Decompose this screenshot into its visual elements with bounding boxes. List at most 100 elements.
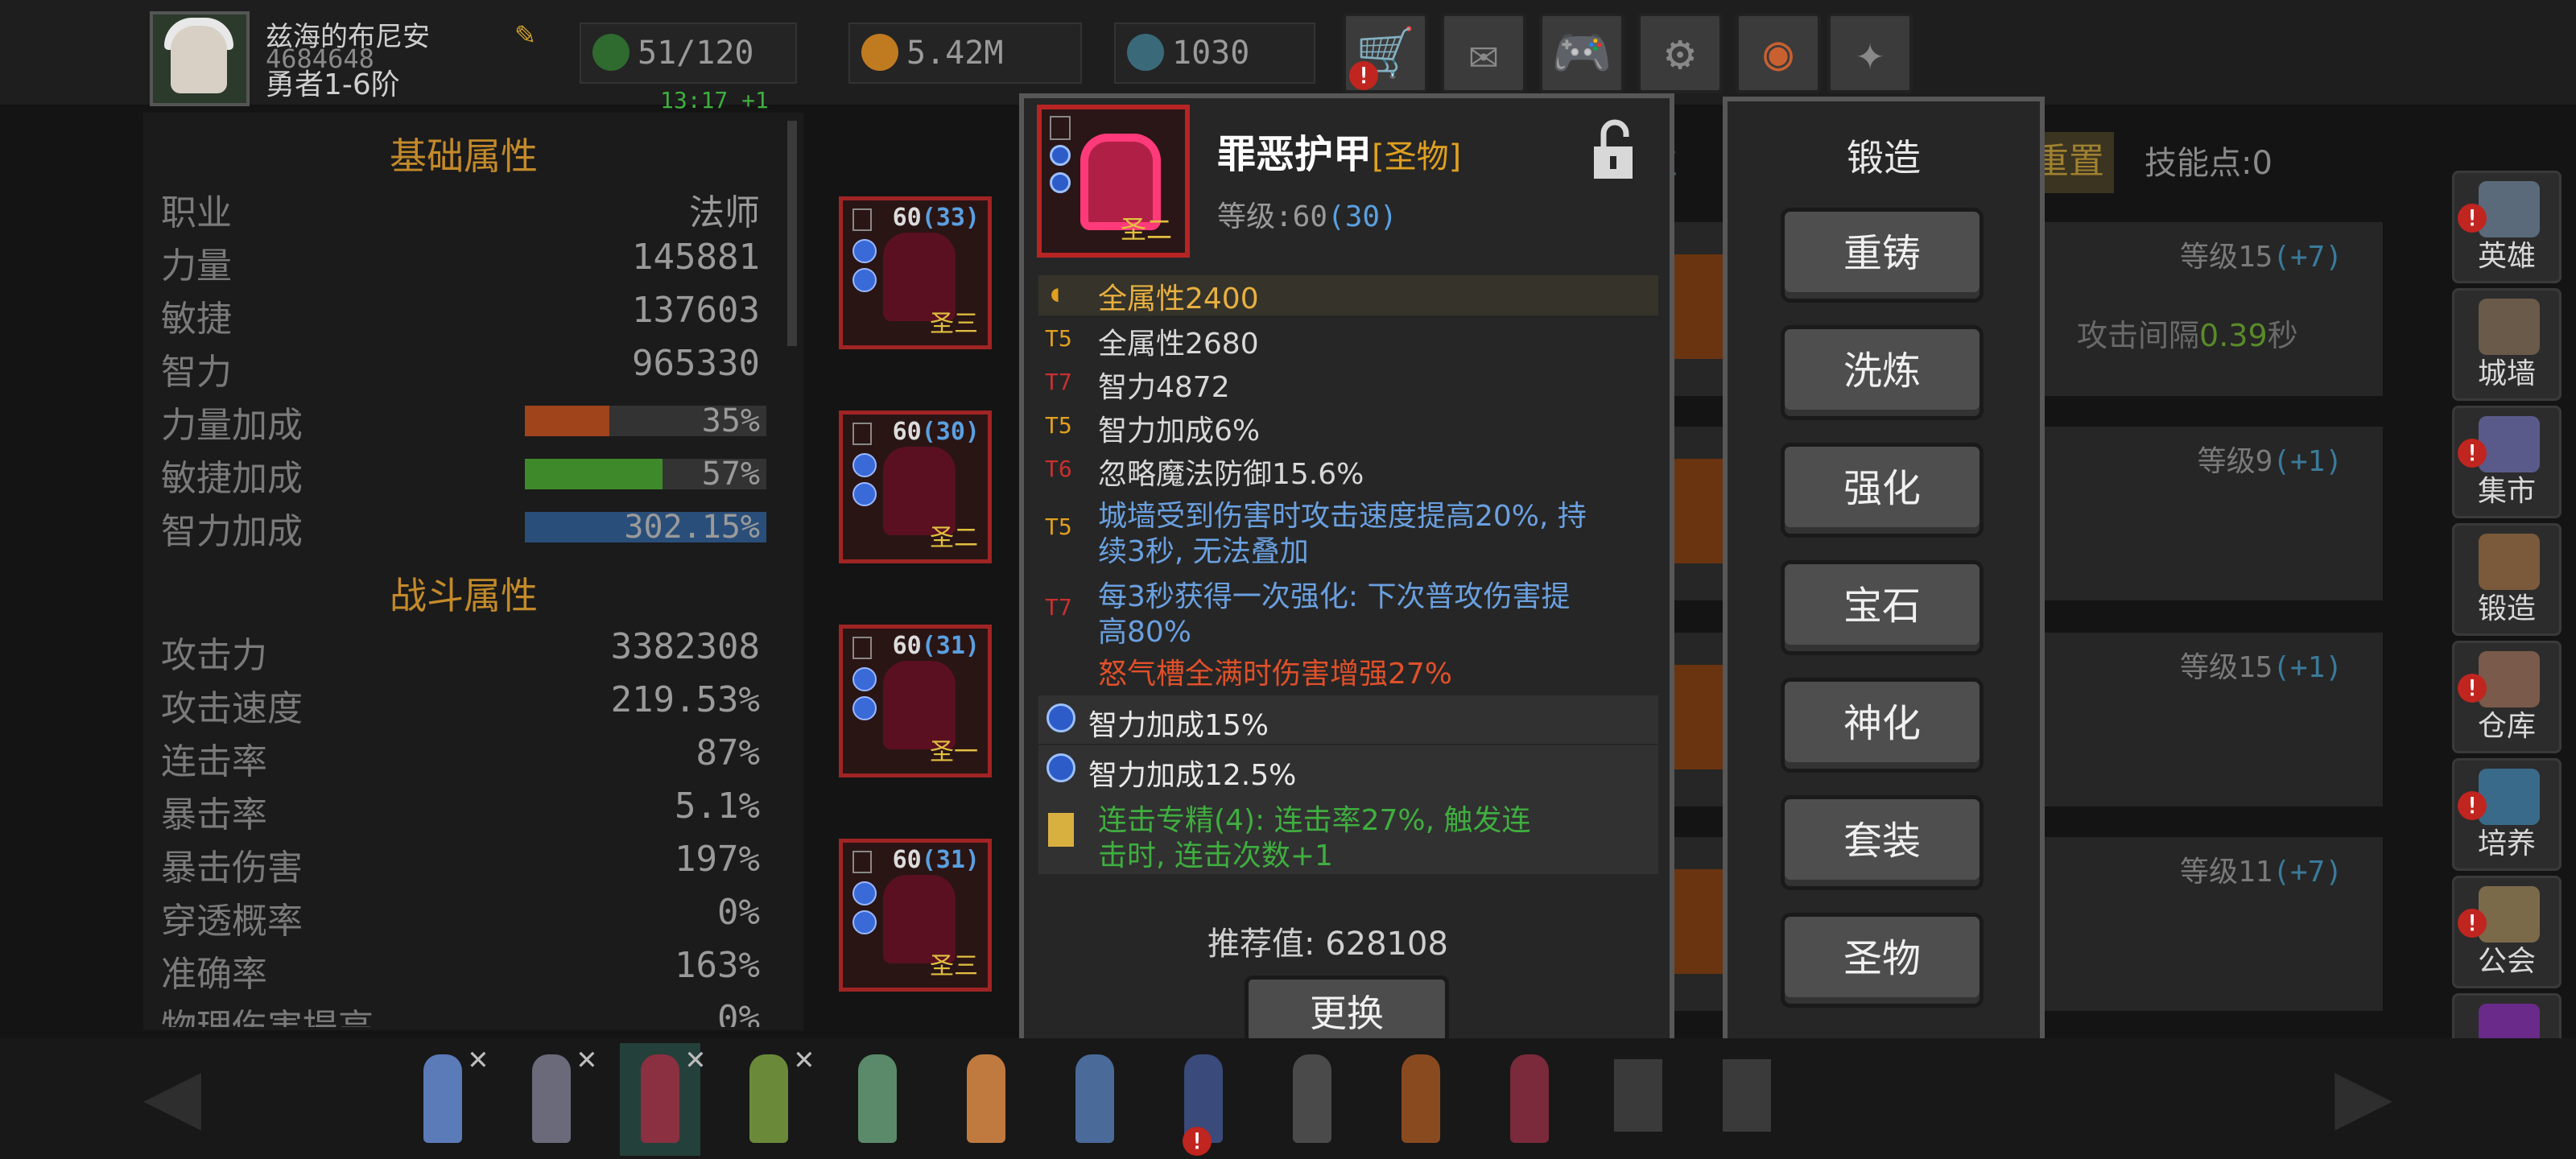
stat-label: 智力加成 <box>161 511 303 552</box>
bonus-bar: 302.15% <box>525 509 766 546</box>
gem-text: 智力加成15% <box>1088 709 1269 742</box>
skill-level: 等级15(+7) <box>2179 241 2343 274</box>
gold-counter[interactable]: 5.42M <box>848 23 1082 84</box>
hero-portrait[interactable] <box>1055 1043 1135 1156</box>
hero-portrait[interactable]: ✕ <box>729 1040 814 1156</box>
gamepad-button[interactable]: 🎮 <box>1539 13 1624 93</box>
stat-label: 敏捷加成 <box>161 458 303 499</box>
slot-level-sub: (31) <box>921 846 980 874</box>
stat-label: 力量 <box>161 245 232 287</box>
sidebar-item-label: 城墙 <box>2477 357 2536 390</box>
effects-button[interactable]: ✦ <box>1827 13 1913 93</box>
hero-portrait[interactable]: ✕ <box>620 1040 705 1156</box>
shop-button[interactable]: 🛒! <box>1343 13 1428 93</box>
forge-button[interactable]: 宝石 <box>1781 560 1984 655</box>
forge-button[interactable]: 神化 <box>1781 678 1984 773</box>
forge-button[interactable]: 套装 <box>1781 795 1984 890</box>
hero-figure <box>1293 1054 1331 1143</box>
hero-figure <box>1075 1054 1114 1143</box>
gem-socket-icon <box>852 268 877 292</box>
combat-stats-title: 战斗属性 <box>390 574 538 617</box>
castle-icon <box>2479 299 2540 355</box>
stat-label: 连击率 <box>161 741 267 782</box>
affix-text: 智力4872 <box>1098 371 1230 404</box>
player-rank: 勇者1-6阶 <box>266 68 400 101</box>
next-arrow-icon[interactable]: ▶ <box>2334 1046 2431 1143</box>
aperture-button[interactable]: ◉ <box>1736 13 1821 93</box>
alert-badge: ! <box>1183 1127 1212 1156</box>
gem-socket-icon <box>1050 145 1071 166</box>
gem-row: 智力加成12.5% <box>1038 745 1658 794</box>
hero-portrait[interactable] <box>1272 1043 1352 1156</box>
sidebar-item-helmet[interactable]: 英雄! <box>2452 171 2562 283</box>
stat-value: 197% <box>675 839 760 880</box>
unlock-icon[interactable] <box>1589 119 1637 180</box>
bonus-stat-row: 智力加成 302.15% <box>161 502 773 555</box>
hero-portrait[interactable]: ✕ <box>402 1040 488 1156</box>
helmet-icon <box>2479 181 2540 237</box>
settings-button[interactable]: ⚙ <box>1637 13 1723 93</box>
energy-counter[interactable]: 51/120 <box>580 23 797 84</box>
close-icon[interactable]: ✕ <box>686 1040 705 1077</box>
affix-tier: T7 <box>1045 594 1072 621</box>
forge-title: 锻造 <box>1847 136 1921 179</box>
gem-counter[interactable]: 1030 <box>1114 23 1315 84</box>
forge-button[interactable]: 重铸 <box>1781 208 1984 303</box>
stat-value: 法师 <box>689 192 760 233</box>
forge-button[interactable]: 圣物 <box>1781 913 1984 1008</box>
sidebar-item-market[interactable]: 集市! <box>2452 406 2562 518</box>
skill-bonus: (+7) <box>2273 856 2343 889</box>
sidebar-item-label: 锻造 <box>2477 592 2536 625</box>
hero-portrait[interactable] <box>1707 1043 1787 1156</box>
hero-portrait[interactable] <box>1381 1043 1461 1156</box>
slot-level: 60(30) <box>892 418 980 446</box>
stat-value: 145881 <box>632 237 760 278</box>
sidebar-item-castle[interactable]: 城墙 <box>2452 288 2562 401</box>
stat-label: 暴击率 <box>161 794 267 835</box>
small-lock-icon <box>852 851 872 873</box>
prev-arrow-icon[interactable]: ◀ <box>143 1046 240 1143</box>
hero-portrait[interactable] <box>837 1043 918 1156</box>
forge-button[interactable]: 洗炼 <box>1781 325 1984 420</box>
sparkle-icon: ✦ <box>1855 25 1885 81</box>
stat-label: 力量加成 <box>161 405 303 446</box>
special-affix-row: T7 每3秒获得一次强化: 下次普攻伤害提 高80% <box>1038 573 1658 650</box>
stat-row: 物理伤害提高 0% <box>161 998 773 1027</box>
hero-portrait[interactable] <box>1598 1043 1678 1156</box>
mail-button[interactable]: ✉ <box>1441 13 1526 93</box>
equipment-slot[interactable]: 60(30) 圣二 <box>839 410 992 563</box>
sidebar-item-guild[interactable]: 公会! <box>2452 876 2562 988</box>
equipment-slot[interactable]: 60(31) 圣三 <box>839 839 992 992</box>
stat-label: 职业 <box>161 192 232 233</box>
equipment-slot[interactable]: 60(31) 圣一 <box>839 625 992 777</box>
close-icon[interactable]: ✕ <box>795 1040 814 1077</box>
bonus-stat-row: 敏捷加成 57% <box>161 449 773 502</box>
close-icon[interactable]: ✕ <box>469 1040 488 1077</box>
mail-icon: ✉ <box>1468 25 1499 81</box>
stat-value: 57% <box>701 456 760 493</box>
small-lock-icon <box>852 637 872 659</box>
small-lock-icon <box>852 208 872 231</box>
equipment-slot[interactable]: 60(33) 圣三 <box>839 196 992 349</box>
edit-icon[interactable]: ✎ <box>515 18 547 50</box>
stat-label: 攻击速度 <box>161 688 303 729</box>
hero-portrait[interactable]: ! <box>1163 1043 1244 1156</box>
close-icon[interactable]: ✕ <box>577 1040 597 1077</box>
hero-portrait[interactable]: ✕ <box>511 1040 597 1156</box>
stat-value: 0% <box>717 892 760 933</box>
hero-portrait[interactable] <box>1489 1043 1570 1156</box>
stats-scrollbar[interactable] <box>787 121 797 346</box>
main-attribute-row: ◖ 全属性2400 <box>1038 275 1658 316</box>
sidebar-item-trophy[interactable]: 培养! <box>2452 758 2562 871</box>
fire-skill-icon <box>1666 254 1723 359</box>
stat-value: 137603 <box>632 290 760 331</box>
sidebar-item-warehouse[interactable]: 仓库! <box>2452 641 2562 753</box>
hero-figure <box>1402 1054 1440 1143</box>
gem-icon <box>1046 703 1075 732</box>
player-avatar[interactable] <box>150 11 250 106</box>
forge-button[interactable]: 强化 <box>1781 443 1984 538</box>
hero-portrait[interactable] <box>946 1043 1026 1156</box>
stat-label: 物理伤害提高 <box>161 998 374 1027</box>
sidebar-item-anvil[interactable]: 锻造 <box>2452 523 2562 636</box>
sidebar-item-label: 英雄 <box>2477 240 2536 273</box>
